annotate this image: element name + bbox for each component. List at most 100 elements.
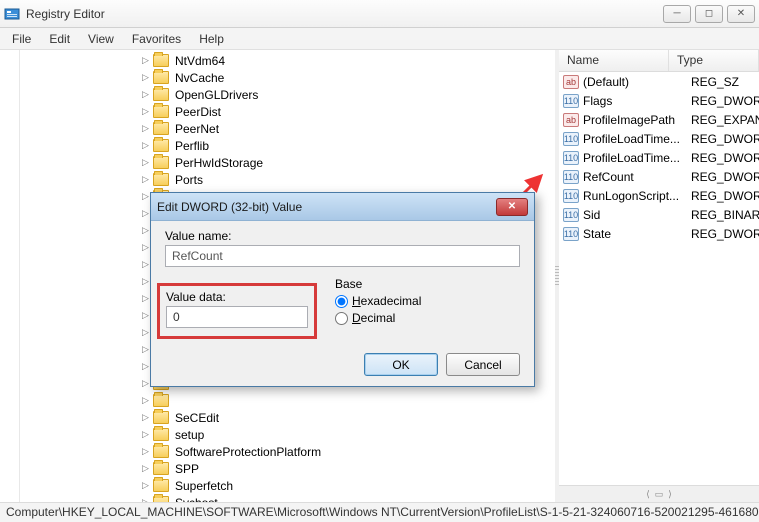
menu-favorites[interactable]: Favorites [124,30,189,48]
value-type: REG_DWORD [691,189,759,203]
value-icon: 110 [563,94,579,108]
value-icon: 110 [563,170,579,184]
list-row[interactable]: 110ProfileLoadTime...REG_DWORD [559,148,759,167]
folder-icon [153,71,169,84]
list-pane: Name Type ab(Default)REG_SZ110FlagsREG_D… [559,50,759,502]
tree-item-label: PerHwIdStorage [171,156,263,170]
tree-item[interactable]: ▷OpenGLDrivers [140,86,555,103]
value-type: REG_DWORD [691,94,759,108]
close-button[interactable]: ✕ [727,5,755,23]
status-path: Computer\HKEY_LOCAL_MACHINE\SOFTWARE\Mic… [6,505,759,519]
value-name: Flags [583,94,691,108]
title-bar: Registry Editor ─ ◻ ✕ [0,0,759,28]
tree-item[interactable]: ▷NvCache [140,69,555,86]
tree-item[interactable]: ▷ Superfetch [140,477,555,494]
tree-item[interactable]: ▷Perflib [140,137,555,154]
list-row[interactable]: 110ProfileLoadTime...REG_DWORD [559,129,759,148]
tree-item[interactable]: ▷Svchost [140,494,555,502]
expand-icon[interactable]: ▷ [140,55,151,66]
expand-icon[interactable]: ▷ [140,157,151,168]
menu-view[interactable]: View [80,30,122,48]
list-header[interactable]: Name Type [559,50,759,72]
expand-icon[interactable]: ▷ [140,446,151,457]
minimize-button[interactable]: ─ [663,5,691,23]
folder-icon [153,479,169,492]
radio-decimal-label[interactable]: Decimal [352,311,395,325]
radio-hexadecimal-label[interactable]: Hexadecimal [352,294,421,308]
radio-decimal[interactable] [335,312,348,325]
value-data-input[interactable] [166,306,308,328]
expand-icon[interactable]: ▷ [140,395,151,406]
list-row[interactable]: 110SidREG_BINARY [559,205,759,224]
list-row[interactable]: ab(Default)REG_SZ [559,72,759,91]
tree-item[interactable]: ▷Ports [140,171,555,188]
tree-item-label: Superfetch [171,479,233,493]
status-bar: Computer\HKEY_LOCAL_MACHINE\SOFTWARE\Mic… [0,502,759,522]
value-icon: ab [563,113,579,127]
list-row[interactable]: 110StateREG_DWORD [559,224,759,243]
value-name: State [583,227,691,241]
folder-icon [153,428,169,441]
value-name: RefCount [583,170,691,184]
value-icon: 110 [563,208,579,222]
expand-icon[interactable]: ▷ [140,123,151,134]
tree-item-label: NtVdm64 [171,54,225,68]
radio-hexadecimal[interactable] [335,295,348,308]
tree-item-label: setup [171,428,204,442]
value-name-input[interactable] [165,245,520,267]
cancel-button[interactable]: Cancel [446,353,520,376]
tree-item[interactable]: ▷ [140,392,555,409]
expand-icon[interactable]: ▷ [140,106,151,117]
value-name: ProfileLoadTime... [583,132,691,146]
tree-item[interactable]: ▷ setup [140,426,555,443]
folder-icon [153,173,169,186]
value-type: REG_DWORD [691,132,759,146]
value-name-label: Value name: [165,229,520,243]
dialog-title-bar[interactable]: Edit DWORD (32-bit) Value ✕ [151,193,534,221]
expand-icon[interactable]: ▷ [140,429,151,440]
expand-icon[interactable]: ▷ [140,72,151,83]
folder-icon [153,394,169,407]
tree-item[interactable]: ▷SoftwareProtectionPlatform [140,443,555,460]
list-row[interactable]: 110 FlagsREG_DWORD [559,91,759,110]
column-name[interactable]: Name [559,50,669,71]
list-row[interactable]: 110RunLogonScript...REG_DWORD [559,186,759,205]
expand-icon[interactable]: ▷ [140,140,151,151]
splitter[interactable] [555,50,559,502]
expand-icon[interactable]: ▷ [140,463,151,474]
expand-icon[interactable]: ▷ [140,480,151,491]
menu-file[interactable]: File [4,30,39,48]
dialog-close-button[interactable]: ✕ [496,198,528,216]
left-gutter [0,50,20,502]
list-row[interactable]: abProfileImagePathREG_EXPAND_S [559,110,759,129]
ok-button[interactable]: OK [364,353,438,376]
tree-item[interactable]: ▷SPP [140,460,555,477]
list-body[interactable]: ab(Default)REG_SZ110FlagsREG_DWORDabProf… [559,72,759,485]
expand-icon[interactable]: ▷ [140,174,151,185]
value-type: REG_BINARY [691,208,759,222]
value-data-highlight: Value data: [157,283,317,339]
window-title: Registry Editor [26,7,663,21]
tree-item-label: PeerDist [171,105,221,119]
value-icon: 110 [563,189,579,203]
tree-item[interactable]: ▷ PeerDist [140,103,555,120]
expand-icon[interactable]: ▷ [140,412,151,423]
value-type: REG_SZ [691,75,759,89]
folder-icon [153,445,169,458]
tree-item[interactable]: ▷ NtVdm64 [140,52,555,69]
horizontal-scrollbar[interactable]: ⟨ ▭ ⟩ [559,485,759,502]
value-type: REG_EXPAND_S [691,113,759,127]
expand-icon[interactable]: ▷ [140,89,151,100]
folder-icon [153,156,169,169]
list-row[interactable]: 110RefCountREG_DWORD [559,167,759,186]
tree-item[interactable]: ▷PeerNet [140,120,555,137]
value-icon: ab [563,75,579,89]
maximize-button[interactable]: ◻ [695,5,723,23]
folder-icon [153,105,169,118]
menu-help[interactable]: Help [191,30,232,48]
value-icon: 110 [563,227,579,241]
tree-item[interactable]: ▷SeCEdit [140,409,555,426]
menu-edit[interactable]: Edit [41,30,78,48]
tree-item[interactable]: ▷ PerHwIdStorage [140,154,555,171]
column-type[interactable]: Type [669,50,759,71]
